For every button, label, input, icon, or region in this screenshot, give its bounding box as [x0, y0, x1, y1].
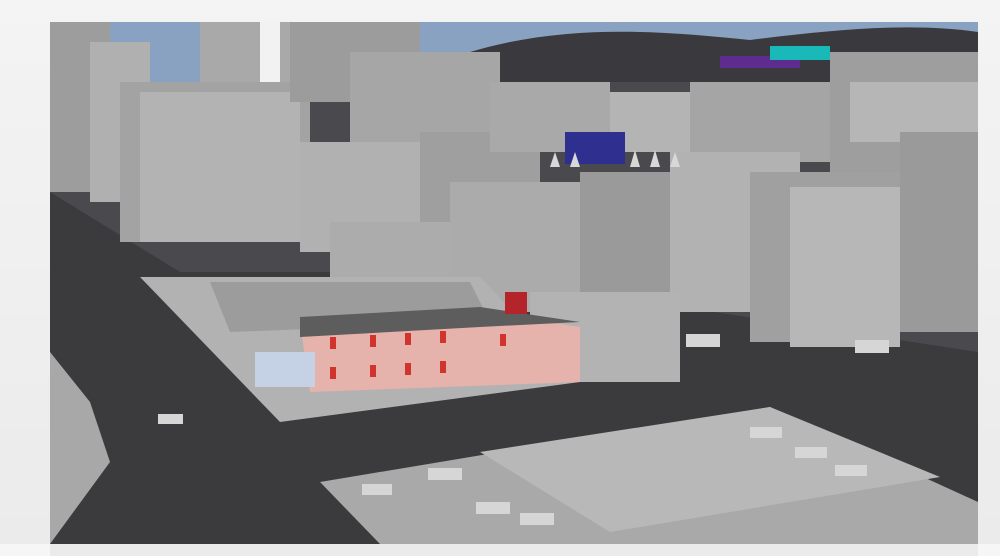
3d-viewport[interactable] [50, 22, 978, 544]
bottom-blur-border [0, 544, 1000, 556]
screen-frame [0, 0, 1000, 556]
right-blur-border [978, 22, 1000, 556]
top-blur-border [0, 0, 1000, 22]
teal-accent [770, 46, 830, 60]
left-blur-border [0, 22, 50, 556]
city-scene [50, 22, 978, 544]
